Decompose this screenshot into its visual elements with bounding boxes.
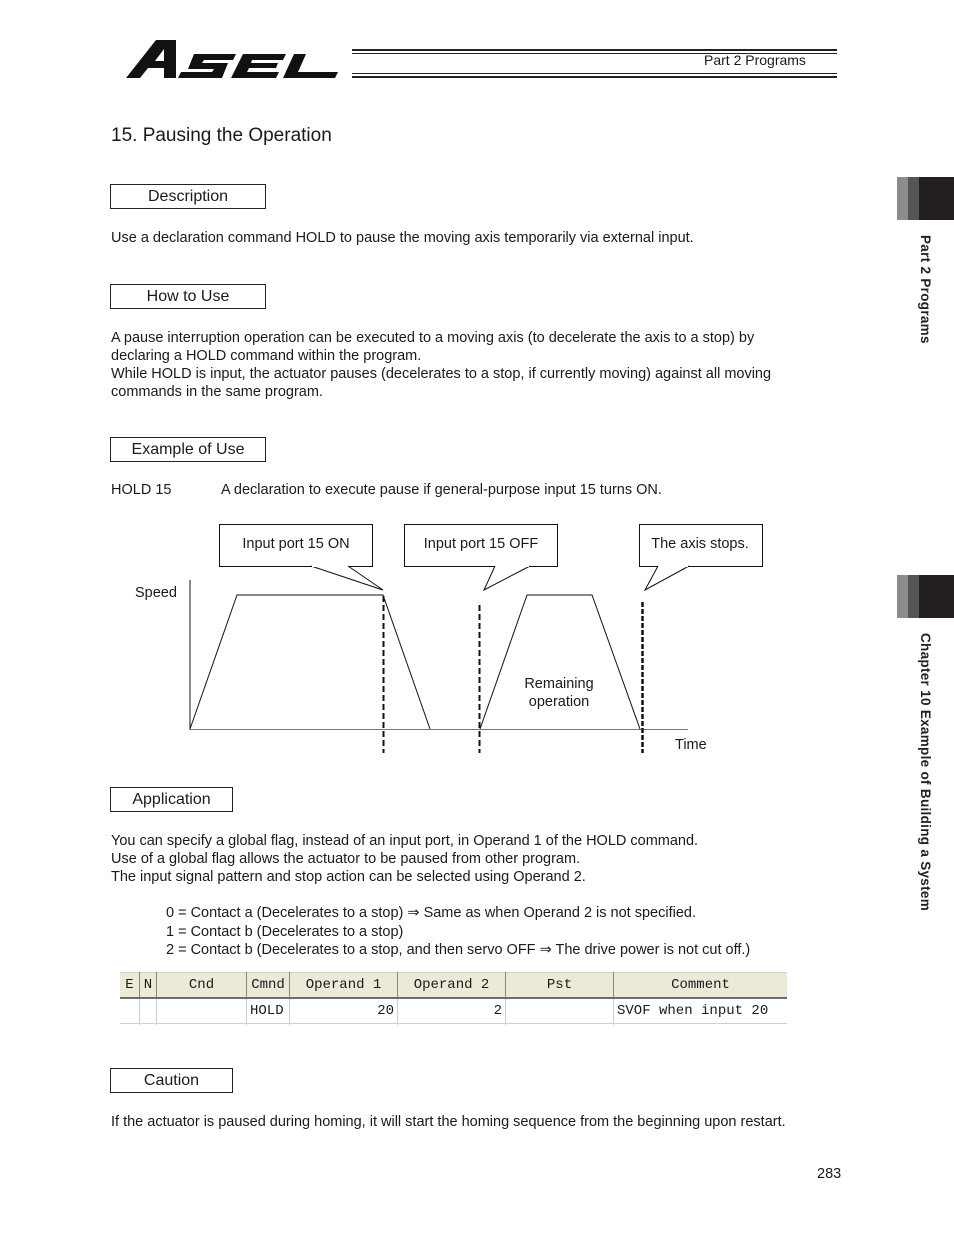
paragraph-line: The input signal pattern and stop action… xyxy=(111,869,586,885)
remaining-operation-label: operation xyxy=(529,694,589,710)
paragraph-line: Use a declaration command HOLD to pause … xyxy=(111,230,694,246)
header-rule xyxy=(352,49,837,51)
option-line: 1 = Contact b (Decelerates to a stop) xyxy=(166,923,404,940)
operand2-options: 0 = Contact a (Decelerates to a stop) ⇒ … xyxy=(166,904,750,960)
column-header: Pst xyxy=(505,972,614,999)
x-axis-label: Time xyxy=(675,737,707,753)
cell-operand1: 20 xyxy=(289,998,398,1024)
header-rule xyxy=(352,73,837,74)
paragraph-line: A pause interruption operation can be ex… xyxy=(111,330,755,346)
paragraph-line: If the actuator is paused during homing,… xyxy=(111,1114,786,1130)
page-title: 15. Pausing the Operation xyxy=(111,125,332,146)
column-header: Operand 1 xyxy=(289,972,398,999)
header-part-label: Part 2 Programs xyxy=(704,52,806,68)
column-header: Cmnd xyxy=(246,972,290,999)
table-row-empty xyxy=(120,1023,787,1025)
callout-input-off: Input port 15 OFF xyxy=(404,524,558,592)
callout-axis-stops: The axis stops. xyxy=(639,524,763,592)
paragraph-line: commands in the same program. xyxy=(111,384,323,400)
option-line: 2 = Contact b (Decelerates to a stop, an… xyxy=(166,942,751,958)
description-text: Use a declaration command HOLD to pause … xyxy=(111,229,694,247)
program-table: E N Cnd Cmnd Operand 1 Operand 2 Pst Com… xyxy=(120,972,787,1025)
page-number: 283 xyxy=(817,1166,842,1182)
cell-n xyxy=(139,998,157,1024)
callout-text: Input port 15 OFF xyxy=(424,536,539,552)
side-tab-part-label: Part 2 Programs xyxy=(918,235,933,344)
callout-text: Input port 15 ON xyxy=(242,536,349,552)
paragraph-line: While HOLD is input, the actuator pauses… xyxy=(111,366,772,382)
application-text: You can specify a global flag, instead o… xyxy=(111,832,698,886)
cell-cnd xyxy=(156,998,247,1024)
section-heading-application: Application xyxy=(110,787,233,812)
how-to-use-text: A pause interruption operation can be ex… xyxy=(111,329,771,401)
side-tab-chapter-label: Chapter 10 Example of Building a System xyxy=(918,633,933,912)
caution-text: If the actuator is paused during homing,… xyxy=(111,1113,786,1131)
option-line: 0 = Contact a (Decelerates to a stop) ⇒ … xyxy=(166,905,697,921)
column-header: Cnd xyxy=(156,972,247,999)
example-command: HOLD 15 xyxy=(111,482,172,498)
asel-logo xyxy=(126,40,338,78)
cell-pst xyxy=(505,998,614,1024)
column-header: E xyxy=(120,972,140,999)
side-tab-marker xyxy=(897,177,954,220)
example-command-description: A declaration to execute pause if genera… xyxy=(221,482,662,498)
y-axis-label: Speed xyxy=(135,585,177,601)
cell-operand2: 2 xyxy=(397,998,506,1024)
paragraph-line: declaring a HOLD command within the prog… xyxy=(111,348,422,364)
section-heading-example: Example of Use xyxy=(110,437,266,462)
table-header-row: E N Cnd Cmnd Operand 1 Operand 2 Pst Com… xyxy=(120,972,787,999)
cell-cmnd: HOLD xyxy=(246,998,290,1024)
cell-e xyxy=(120,998,140,1024)
paragraph-line: Use of a global flag allows the actuator… xyxy=(111,851,581,867)
speed-profile-initial xyxy=(189,594,431,730)
column-header: Comment xyxy=(613,972,787,999)
column-header: N xyxy=(139,972,157,999)
table-row: HOLD 20 2 SVOF when input 20 xyxy=(120,998,787,1024)
header-rule xyxy=(352,76,837,78)
callout-input-on: Input port 15 ON xyxy=(219,524,384,591)
remaining-operation-label: Remaining xyxy=(524,676,593,692)
callout-text: The axis stops. xyxy=(651,536,749,552)
section-heading-how-to-use: How to Use xyxy=(110,284,266,309)
section-heading-caution: Caution xyxy=(110,1068,233,1093)
cell-comment: SVOF when input 20 xyxy=(613,998,787,1024)
speed-profile-remaining xyxy=(479,594,641,730)
section-heading-description: Description xyxy=(110,184,266,209)
side-tab-marker xyxy=(897,575,954,618)
column-header: Operand 2 xyxy=(397,972,506,999)
paragraph-line: You can specify a global flag, instead o… xyxy=(111,833,699,849)
